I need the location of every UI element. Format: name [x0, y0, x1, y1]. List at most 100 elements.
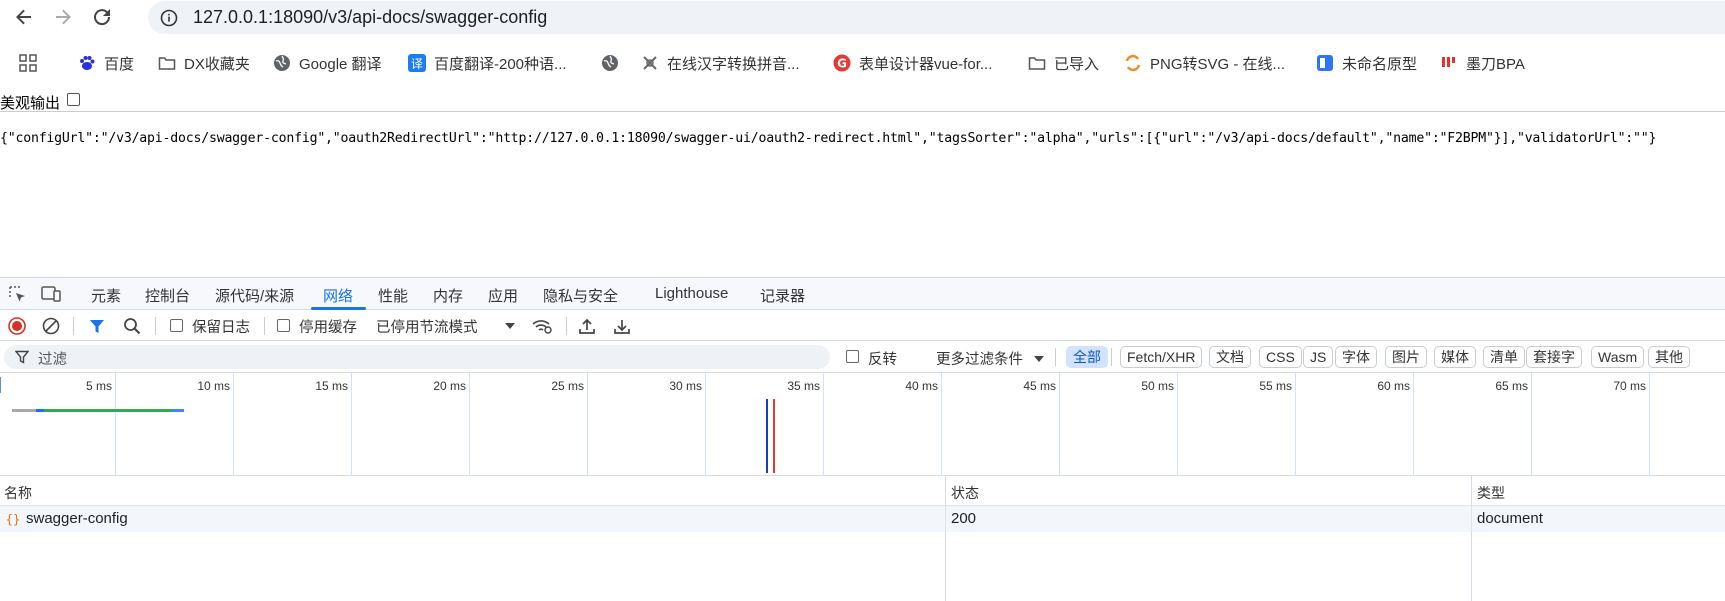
timeline-tick-label: 20 ms — [433, 379, 466, 393]
chip-media[interactable]: 媒体 — [1434, 346, 1476, 368]
chip-css[interactable]: CSS — [1259, 346, 1302, 368]
reload-button[interactable] — [90, 5, 114, 29]
inspect-element-icon[interactable] — [8, 285, 28, 303]
json-viewer-bar: 美观输出 — [0, 90, 1725, 112]
request-type: document — [1477, 510, 1543, 527]
tab-performance[interactable]: 性能 — [378, 285, 408, 306]
column-type[interactable]: 类型 — [1477, 483, 1505, 503]
import-har-icon[interactable] — [578, 317, 596, 335]
bookmark-label: 已导入 — [1054, 55, 1100, 73]
column-divider — [945, 506, 946, 532]
back-button[interactable] — [12, 5, 36, 29]
folder-icon — [158, 57, 176, 70]
tab-elements[interactable]: 元素 — [91, 285, 121, 306]
filter-funnel-icon — [15, 350, 29, 364]
address-bar[interactable]: 127.0.0.1:18090/v3/api-docs/swagger-conf… — [148, 1, 1725, 34]
bookmark-label: 百度翻译-200种语... — [434, 55, 567, 73]
bookmark-modao[interactable]: 墨刀BPA — [1440, 52, 1525, 74]
timeline-gridline — [705, 373, 706, 476]
bookmark-imported-folder[interactable]: 已导入 — [1028, 52, 1099, 74]
tab-console[interactable]: 控制台 — [145, 285, 190, 306]
disable-cache-label: 停用缓存 — [299, 320, 357, 336]
chip-all[interactable]: 全部 — [1066, 346, 1108, 368]
filter-bar: 过滤 反转 更多过滤条件 全部 Fetch/XHR 文档 CSS JS 字体 图… — [0, 341, 1725, 373]
chip-manifest[interactable]: 清单 — [1483, 346, 1525, 368]
apps-button[interactable] — [19, 52, 37, 74]
chip-img[interactable]: 图片 — [1385, 346, 1427, 368]
bookmark-label: 在线汉字转换拼音... — [667, 55, 800, 73]
bookmark-label: PNG转SVG - 在线... — [1150, 55, 1286, 73]
device-toolbar-icon[interactable] — [41, 285, 61, 303]
divider — [155, 317, 156, 335]
timeline-gridline — [233, 373, 234, 476]
divider — [1111, 348, 1112, 366]
network-conditions-icon[interactable] — [531, 317, 553, 335]
chip-socket[interactable]: 套接字 — [1526, 346, 1582, 368]
globe-icon — [274, 55, 290, 71]
tab-application[interactable]: 应用 — [488, 285, 518, 306]
search-icon[interactable] — [123, 317, 141, 335]
tab-network[interactable]: 网络 — [323, 285, 353, 306]
apps-grid-icon — [19, 54, 37, 72]
chip-wasm[interactable]: Wasm — [1591, 346, 1645, 368]
bookmark-png-svg[interactable]: PNG转SVG - 在线... — [1124, 52, 1285, 74]
chevron-down-icon[interactable] — [1034, 355, 1044, 363]
modao-icon — [1442, 57, 1455, 67]
forward-button[interactable] — [51, 5, 75, 29]
chip-fetch-xhr[interactable]: Fetch/XHR — [1120, 346, 1203, 368]
chip-other[interactable]: 其他 — [1648, 346, 1690, 368]
more-filters-button[interactable]: 更多过滤条件 — [936, 348, 1023, 369]
column-divider[interactable] — [1471, 476, 1472, 601]
network-overview-timeline[interactable]: 5 ms 10 ms 15 ms 20 ms 25 ms 30 ms 35 ms… — [0, 373, 1725, 476]
timeline-left-handle[interactable] — [0, 377, 1, 393]
url-text[interactable]: 127.0.0.1:18090/v3/api-docs/swagger-conf… — [193, 7, 547, 28]
clear-icon[interactable] — [42, 317, 60, 335]
invert-checkbox[interactable] — [846, 350, 859, 363]
bookmark-form-designer[interactable]: G 表单设计器vue-for... — [833, 52, 992, 74]
disable-cache-checkbox[interactable] — [277, 319, 290, 332]
timeline-gridline — [1413, 373, 1414, 476]
timeline-tick-label: 45 ms — [1023, 379, 1056, 393]
bookmark-pinyin[interactable]: 在线汉字转换拼音... — [641, 52, 800, 74]
request-name[interactable]: swagger-config — [26, 510, 128, 527]
export-har-icon[interactable] — [613, 317, 631, 335]
timeline-tick-label: 10 ms — [197, 379, 230, 393]
globe-icon — [602, 55, 618, 71]
reload-icon — [94, 9, 111, 26]
column-divider[interactable] — [945, 476, 946, 601]
bookmark-globe[interactable] — [601, 52, 627, 74]
bookmark-baidu[interactable]: 百度 — [78, 52, 134, 74]
filter-placeholder: 过滤 — [38, 352, 67, 368]
chevron-down-icon[interactable] — [505, 322, 515, 330]
record-stop-icon[interactable] — [8, 317, 26, 335]
column-status[interactable]: 状态 — [951, 483, 979, 503]
tab-memory[interactable]: 内存 — [433, 285, 463, 306]
chip-js[interactable]: JS — [1303, 346, 1334, 368]
load-event-line — [773, 399, 775, 473]
svg-text:G: G — [837, 57, 847, 71]
bookmark-dx-folder[interactable]: DX收藏夹 — [158, 52, 250, 74]
tab-sources[interactable]: 源代码/来源 — [215, 285, 294, 306]
bookmark-baidu-translate[interactable]: 译 百度翻译-200种语... — [408, 52, 567, 74]
timeline-gridline — [587, 373, 588, 476]
forward-icon — [56, 9, 71, 25]
site-info-icon[interactable] — [160, 9, 178, 27]
bookmark-google-translate[interactable]: Google 翻译 — [273, 52, 382, 74]
filter-input[interactable]: 过滤 — [4, 345, 830, 369]
tab-lighthouse[interactable]: Lighthouse — [655, 285, 728, 302]
tab-recorder[interactable]: 记录器 — [760, 285, 805, 306]
column-name[interactable]: 名称 — [4, 483, 32, 503]
throttling-select[interactable]: 已停用节流模式 — [376, 316, 478, 337]
chip-font[interactable]: 字体 — [1335, 346, 1377, 368]
preserve-log-checkbox[interactable] — [170, 319, 183, 332]
filter-funnel-icon[interactable] — [88, 317, 106, 335]
dom-content-loaded-line — [766, 399, 768, 473]
table-row[interactable]: {} swagger-config 200 document — [0, 506, 1725, 532]
pretty-print-checkbox[interactable] — [67, 93, 80, 106]
folder-icon — [1028, 57, 1046, 70]
tab-privacy-security[interactable]: 隐私与安全 — [543, 285, 618, 306]
timeline-tick-label: 65 ms — [1495, 379, 1528, 393]
divider — [1055, 348, 1056, 366]
chip-doc[interactable]: 文档 — [1209, 346, 1251, 368]
bookmark-prototype[interactable]: 未命名原型 — [1316, 52, 1417, 74]
